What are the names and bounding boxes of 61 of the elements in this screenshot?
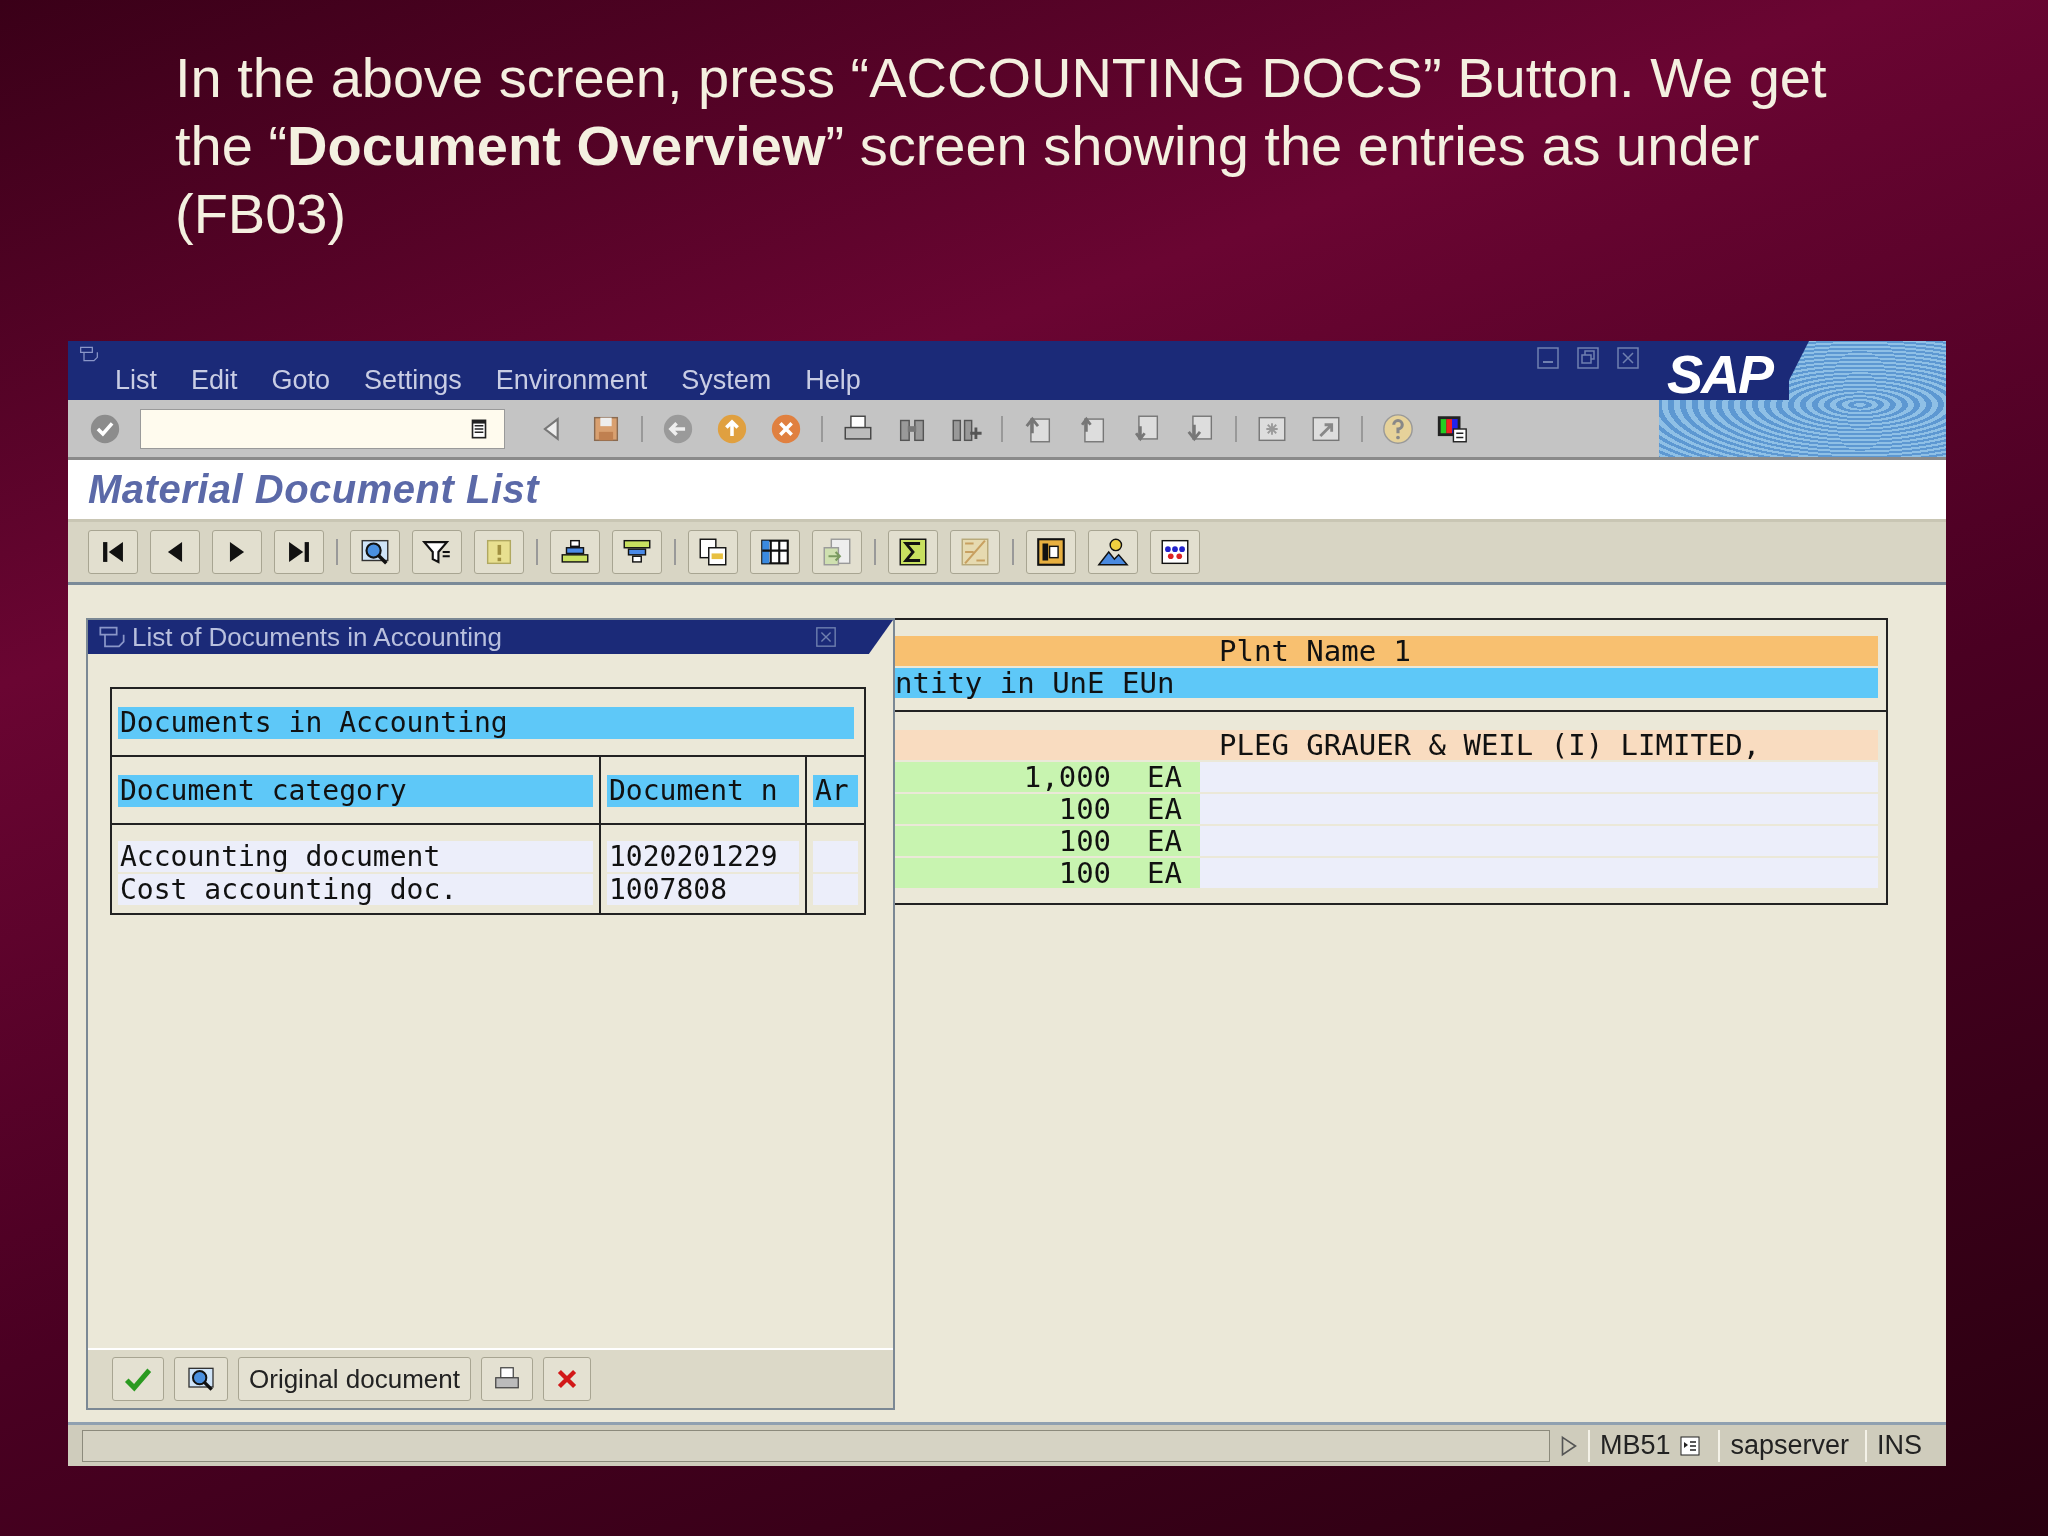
menu-item[interactable]: Settings (364, 365, 462, 396)
table-title: Documents in Accounting (118, 707, 854, 739)
quantity-cell: 1,000 EA (895, 762, 1200, 792)
dots-button[interactable] (1150, 530, 1200, 574)
column-header: ntity in UnE EUn (895, 668, 1878, 698)
transaction-code: MB51 (1599, 1430, 1671, 1461)
minimize-button[interactable] (1535, 345, 1561, 371)
menu-item[interactable]: System (681, 365, 772, 396)
server-name: sapserver (1718, 1429, 1859, 1462)
cancel-button[interactable] (543, 1357, 591, 1401)
column-header: Ar (813, 775, 858, 807)
menu-item[interactable]: Edit (191, 365, 238, 396)
sort-ascending-button[interactable] (550, 530, 600, 574)
table-cell[interactable]: 1007808 (607, 874, 799, 905)
close-icon (815, 626, 837, 648)
documents-button[interactable] (688, 530, 738, 574)
help-icon (1381, 411, 1415, 446)
slide-caption: In the above screen, press “ACCOUNTING DOCS” Button. We get the “Document Overview” screen showing the entries as under (FB03) (175, 45, 1828, 247)
dialog-title: List of Documents in Accounting (132, 621, 503, 653)
minimize-icon (1536, 346, 1560, 370)
screen-title: Material Document List (88, 467, 540, 512)
input-mode: INS (1865, 1429, 1932, 1462)
first-button[interactable] (88, 530, 138, 574)
original-document-button[interactable]: Original document (238, 1357, 471, 1401)
quantity-cell: 100 EA (895, 826, 1200, 856)
export-button[interactable] (812, 530, 862, 574)
next-button[interactable] (212, 530, 262, 574)
details-button[interactable] (350, 530, 400, 574)
menu-item[interactable]: Help (805, 365, 861, 396)
print-button[interactable] (481, 1357, 533, 1401)
command-field[interactable] (140, 408, 505, 449)
layout-icon (1034, 535, 1068, 569)
close-button[interactable] (1615, 345, 1641, 371)
column-header: Plnt Name 1 (895, 636, 1878, 666)
column-header: Document category (118, 775, 593, 807)
menu-item[interactable]: Environment (495, 365, 648, 396)
menu-item[interactable]: Goto (271, 365, 331, 396)
logo: SAP (1659, 341, 1946, 457)
columns-button[interactable] (750, 530, 800, 574)
empty-cell (813, 841, 858, 872)
sort-descending-button[interactable] (612, 530, 662, 574)
sum-button[interactable] (888, 530, 938, 574)
close-icon (1616, 346, 1640, 370)
filter-button[interactable] (412, 530, 462, 574)
details-button[interactable] (174, 1357, 228, 1401)
quantity-cell: 100 EA (895, 794, 1200, 824)
continue-button[interactable] (112, 1357, 164, 1401)
previous-button[interactable] (150, 530, 200, 574)
table-cell[interactable]: Cost accounting doc. (118, 874, 593, 905)
quantity-cell: 100 EA (895, 858, 1200, 888)
empty-cell (813, 874, 858, 905)
menu-item[interactable]: List (115, 365, 158, 396)
table-cell[interactable]: Accounting document (118, 841, 593, 872)
layout-button[interactable] (1026, 530, 1076, 574)
table-cell[interactable]: 1020201229 (607, 841, 799, 872)
restore-button[interactable] (1575, 345, 1601, 371)
picture-button[interactable] (1088, 530, 1138, 574)
last-button[interactable] (274, 530, 324, 574)
restore-icon (1576, 346, 1600, 370)
column-header: Document n (607, 775, 799, 807)
vendor-row: PLEG GRAUER & WEIL (I) LIMITED, (895, 730, 1878, 760)
